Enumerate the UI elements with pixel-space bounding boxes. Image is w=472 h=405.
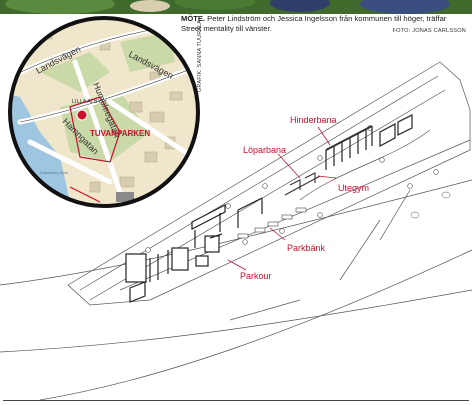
park-label: TUVANPARKEN bbox=[90, 129, 150, 138]
label-loparbana: Löparbana bbox=[243, 145, 287, 155]
label-hinderbana: Hinderbana bbox=[290, 115, 337, 125]
label-parkour: Parkour bbox=[240, 271, 272, 281]
water-label: Edsvikens vikar bbox=[40, 170, 68, 175]
bottom-rule bbox=[3, 400, 469, 401]
inset-map: Landsvägen Landsvägen Humbleegatan Hamng… bbox=[8, 16, 200, 208]
newspaper-graphic: MÖTE. Peter Lindström och Jessica Ingels… bbox=[0, 0, 472, 405]
place-label: LILLA ALBY bbox=[72, 99, 102, 105]
label-utegym: Utegym bbox=[338, 183, 370, 193]
label-parkbank: Parkbänk bbox=[287, 243, 326, 253]
